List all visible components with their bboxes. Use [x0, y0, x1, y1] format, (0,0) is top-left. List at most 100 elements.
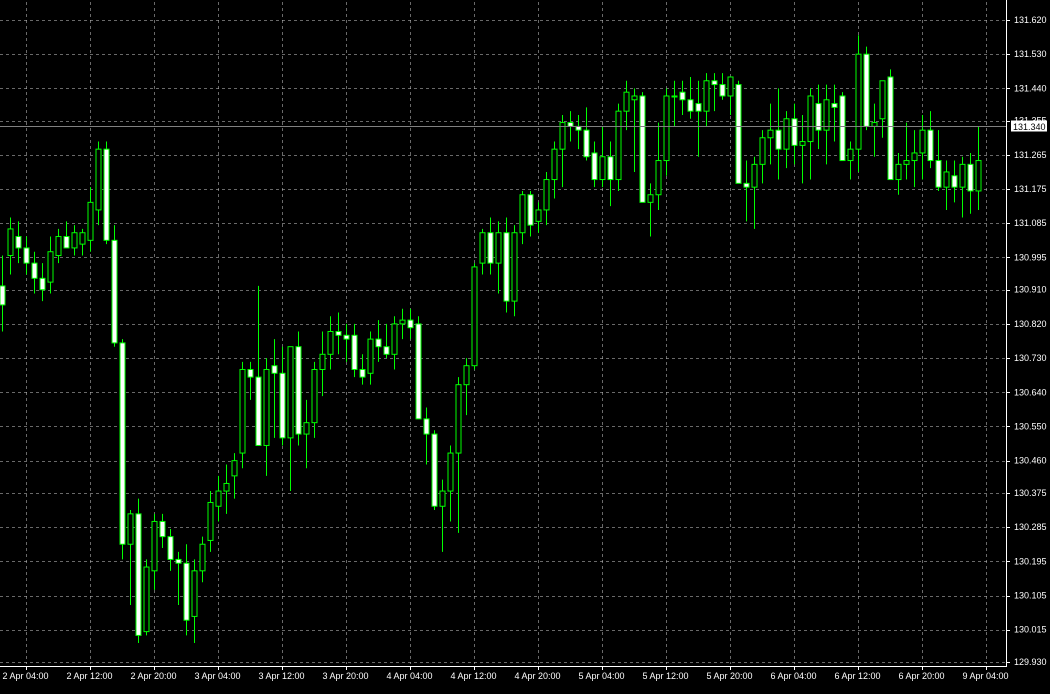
candle-body-bear	[15, 236, 22, 249]
candle-body-bull	[943, 171, 950, 188]
candle	[143, 559, 150, 636]
candle-body-bull	[287, 346, 294, 439]
candle-body-bear	[119, 342, 126, 545]
candle-body-bear	[927, 129, 934, 162]
candle-body-bull	[223, 482, 230, 492]
candle-body-bear	[951, 175, 958, 188]
candle-body-bull	[87, 201, 94, 241]
y-tick-label: 131.530	[1014, 49, 1047, 59]
candle-body-bear	[255, 376, 262, 446]
candle-body-bull	[847, 148, 854, 162]
candle-body-bull	[655, 160, 662, 196]
candle-body-bear	[175, 558, 182, 564]
candle-body-bear	[0, 285, 6, 306]
candle-body-bear	[335, 331, 342, 336]
candle-body-bear	[743, 182, 750, 188]
candle-body-bull	[895, 163, 902, 181]
y-tick-label: 130.195	[1014, 556, 1047, 566]
x-tick-label: 3 Apr 20:00	[323, 671, 369, 681]
current-price-label: 131.340	[1013, 122, 1046, 132]
candle-body-bear	[39, 277, 46, 291]
x-tick-label: 2 Apr 20:00	[131, 671, 177, 681]
candle-body-bear	[279, 372, 286, 439]
candle-body-bear	[591, 152, 598, 181]
y-tick-label: 130.640	[1014, 387, 1047, 397]
candle-body-bear	[351, 334, 358, 370]
candle-body-bull	[447, 452, 454, 492]
x-tick-label: 2 Apr 12:00	[67, 671, 113, 681]
x-tick-label: 4 Apr 12:00	[451, 671, 497, 681]
y-tick-label: 130.460	[1014, 456, 1047, 466]
candle-body-bear	[791, 118, 798, 146]
candle	[103, 141, 110, 245]
candle-body-bull	[391, 323, 398, 355]
candle	[111, 225, 118, 347]
candle-body-bull	[919, 129, 926, 154]
candle-body-bull	[47, 251, 54, 283]
candle	[295, 331, 302, 446]
candle-body-bull	[551, 148, 558, 181]
x-tick-label: 9 Apr 04:00	[963, 671, 1009, 681]
candle-body-bear	[503, 232, 510, 302]
y-tick-label: 130.375	[1014, 488, 1047, 498]
candle-body-bear	[487, 232, 494, 264]
candle-body-bear	[383, 346, 390, 355]
candle-body-bull	[631, 95, 638, 101]
candle-body-bull	[767, 129, 774, 139]
candle-body-bear	[103, 148, 110, 241]
candle-body-bull	[543, 179, 550, 211]
x-tick-label: 6 Apr 12:00	[835, 671, 881, 681]
candle-body-bull	[879, 80, 886, 120]
candle-body-bear	[967, 163, 974, 192]
y-tick-label: 131.620	[1014, 15, 1047, 25]
y-tick-label: 130.820	[1014, 319, 1047, 329]
y-tick-label: 130.910	[1014, 285, 1047, 295]
candle	[135, 498, 142, 644]
candle-body-bull	[519, 194, 526, 234]
candle-body-bull	[319, 353, 326, 370]
candle-body-bear	[775, 129, 782, 150]
candle-body-bear	[271, 365, 278, 374]
candle-body-bull	[311, 368, 318, 424]
candle-body-bear	[167, 536, 174, 560]
candle	[735, 80, 742, 184]
candle-body-bull	[263, 368, 270, 446]
candle-body-bull	[647, 194, 654, 203]
x-tick-label: 5 Apr 12:00	[643, 671, 689, 681]
candle-body-bull	[455, 384, 462, 454]
candle-body-bear	[567, 122, 574, 127]
candle-body-bull	[367, 338, 374, 374]
candle-body-bear	[887, 76, 894, 181]
candle	[119, 339, 126, 560]
x-tick-label: 3 Apr 04:00	[195, 671, 241, 681]
candle-body-bear	[735, 84, 742, 184]
candle-body-bull	[727, 76, 734, 97]
y-tick-label: 130.105	[1014, 591, 1047, 601]
y-tick-label: 130.015	[1014, 625, 1047, 635]
candle-body-bull	[151, 520, 158, 572]
candle-body-bull	[215, 490, 222, 507]
candle-body-bull	[303, 422, 310, 435]
candle-body-bull	[199, 543, 206, 572]
candle-body-bull	[399, 319, 406, 325]
candle-body-bull	[55, 236, 62, 257]
candle-body-bear	[607, 156, 614, 181]
candle-body-bull	[7, 228, 14, 257]
x-tick-label: 2 Apr 04:00	[3, 671, 49, 681]
candle-body-bear	[247, 368, 254, 378]
candle-body-bear	[431, 433, 438, 507]
candle-body-bear	[159, 520, 166, 538]
candle	[415, 316, 422, 420]
candle-body-bear	[695, 103, 702, 112]
y-tick-label: 131.175	[1014, 184, 1047, 194]
candle-body-bull	[599, 156, 606, 181]
candle-body-bull	[495, 232, 502, 264]
candle-body-bear	[23, 247, 30, 264]
candle	[639, 92, 646, 203]
candle-body-bear	[63, 236, 70, 249]
candle-body-bull	[71, 232, 78, 249]
y-tick-label: 131.440	[1014, 83, 1047, 93]
candle-body-bull	[511, 232, 518, 302]
y-tick-label: 130.730	[1014, 353, 1047, 363]
y-tick-label: 129.930	[1014, 657, 1047, 667]
